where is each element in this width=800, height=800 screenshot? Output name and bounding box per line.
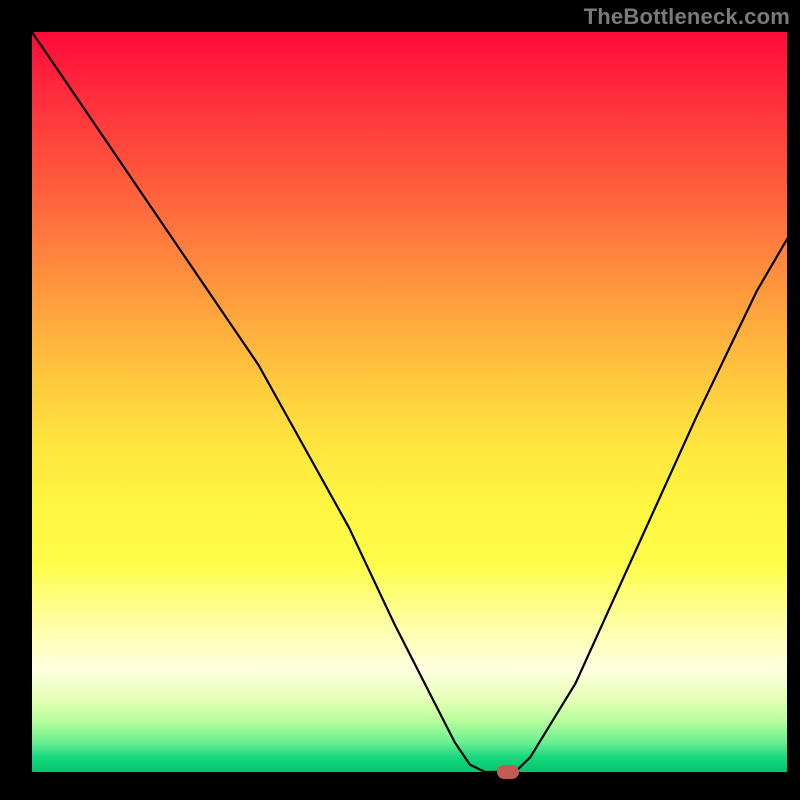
watermark-text: TheBottleneck.com (584, 4, 790, 30)
plot-area (32, 32, 787, 772)
optimum-marker (497, 765, 519, 779)
bottleneck-curve (32, 32, 787, 772)
